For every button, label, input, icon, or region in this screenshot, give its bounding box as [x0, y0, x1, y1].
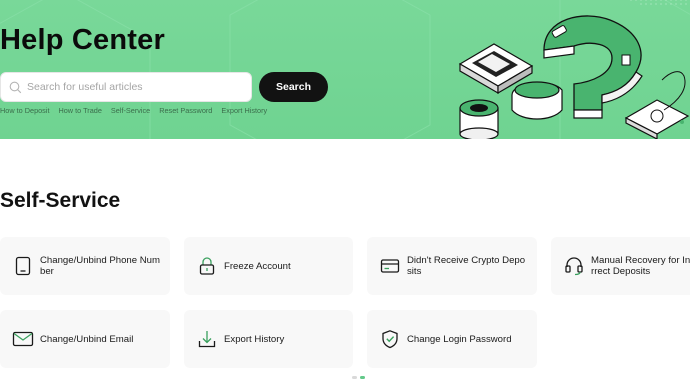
card-label: Change Login Password [407, 333, 512, 345]
card-label: Freeze Account [224, 260, 291, 272]
quick-link-trade[interactable]: How to Trade [58, 106, 101, 115]
headset-icon [563, 255, 585, 277]
green-cylinder-illustration [459, 99, 499, 139]
pagination-dot[interactable] [352, 376, 357, 379]
page-title: Help Center [0, 24, 165, 56]
phone-icon [12, 255, 34, 277]
hero-banner: Help Center Search How to Deposit How to… [0, 0, 690, 139]
download-icon [196, 328, 218, 350]
search-button[interactable]: Search [259, 72, 328, 102]
quick-link-reset-password[interactable]: Reset Password [159, 106, 212, 115]
shield-check-icon [379, 328, 401, 350]
search-input[interactable] [27, 81, 251, 93]
search-bar[interactable] [0, 72, 252, 102]
search-icon [9, 81, 22, 94]
help-illustration [458, 15, 690, 139]
pagination-dot-active[interactable] [360, 376, 365, 379]
card-label: Change/Unbind Email [40, 333, 134, 345]
card-label: Didn't Receive Crypto Deposits [407, 255, 526, 277]
lock-icon [196, 255, 218, 277]
card-manual-recovery[interactable]: Manual Recovery for Incorrect Deposits [551, 237, 690, 295]
quick-link-deposit[interactable]: How to Deposit [0, 106, 49, 115]
card-label: Manual Recovery for Incorrect Deposits [591, 255, 690, 277]
card-change-unbind-email[interactable]: Change/Unbind Email [0, 310, 170, 368]
carousel-pagination [352, 376, 365, 379]
card-change-login-password[interactable]: Change Login Password [367, 310, 537, 368]
quick-link-self-service[interactable]: Self-Service [111, 106, 150, 115]
quick-link-export-history[interactable]: Export History [221, 106, 267, 115]
card-label: Export History [224, 333, 285, 345]
card-freeze-account[interactable]: Freeze Account [184, 237, 353, 295]
card-label: Change/Unbind Phone Number [40, 255, 161, 277]
card-export-history[interactable]: Export History [184, 310, 353, 368]
card-crypto-deposits[interactable]: Didn't Receive Crypto Deposits [367, 237, 537, 295]
card-icon [379, 255, 401, 277]
section-title: Self-Service [0, 189, 121, 212]
quick-links: How to Deposit How to Trade Self-Service… [0, 106, 276, 115]
mail-icon [12, 328, 34, 350]
card-change-unbind-phone[interactable]: Change/Unbind Phone Number [0, 237, 170, 295]
